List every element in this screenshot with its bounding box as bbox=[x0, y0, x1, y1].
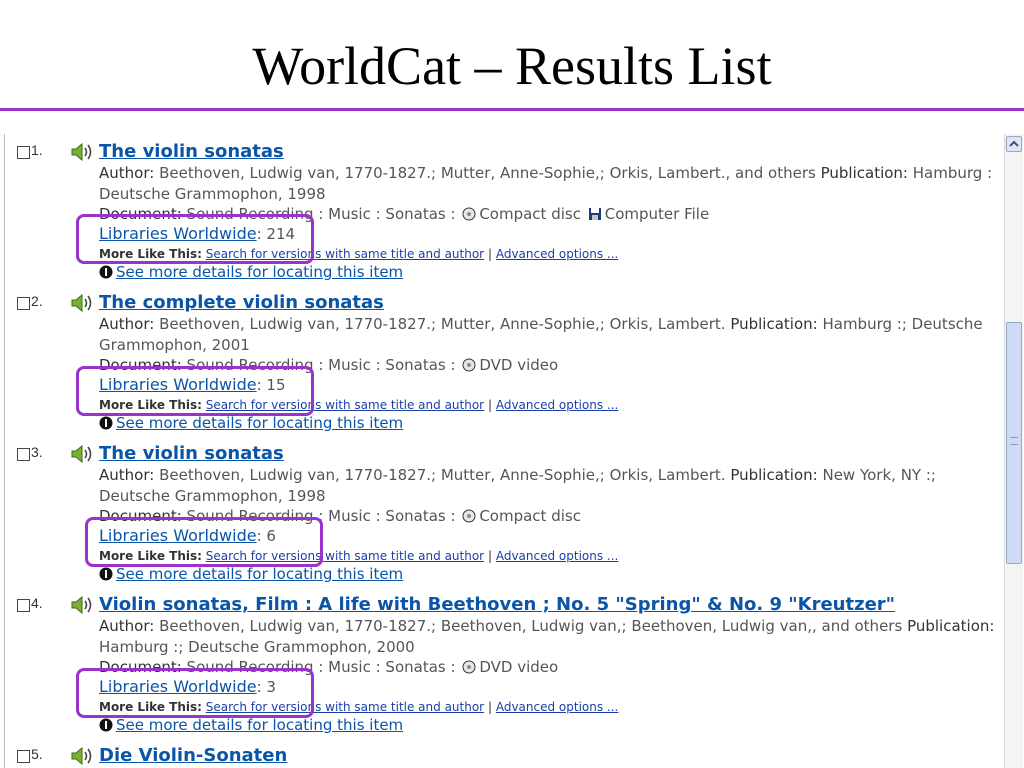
author-label: Author: bbox=[99, 164, 155, 182]
info-icon bbox=[99, 265, 113, 279]
author-label: Author: bbox=[99, 315, 155, 333]
title-underline bbox=[0, 108, 1024, 111]
libraries-highlight-box bbox=[76, 214, 314, 264]
author-value: Beethoven, Ludwig van, 1770-1827.; Mutte… bbox=[159, 315, 726, 333]
speaker-icon[interactable] bbox=[70, 746, 94, 766]
result-number: 2. bbox=[31, 293, 43, 309]
publication-value: Hamburg :; Deutsche bbox=[822, 315, 983, 333]
see-more-details-link[interactable]: See more details for locating this item bbox=[116, 414, 403, 432]
info-icon bbox=[99, 718, 113, 732]
publication-continued: Deutsche Grammophon, 1998 bbox=[99, 185, 326, 203]
format-label: Compact disc bbox=[479, 205, 581, 223]
scroll-grip bbox=[1010, 437, 1018, 445]
result-number: 4. bbox=[31, 595, 43, 611]
publication-value: Hamburg : bbox=[912, 164, 993, 182]
separator: | bbox=[487, 549, 492, 563]
info-icon bbox=[99, 567, 113, 581]
publication-continued: Hamburg :; Deutsche Grammophon, 2000 bbox=[99, 638, 415, 656]
dvd-icon bbox=[462, 660, 476, 674]
speaker-icon[interactable] bbox=[70, 595, 94, 615]
advanced-options-link[interactable]: Advanced options ... bbox=[496, 549, 619, 563]
author-value: Beethoven, Ludwig van, 1770-1827.; Beeth… bbox=[159, 617, 903, 635]
select-checkbox[interactable] bbox=[17, 750, 30, 763]
result-title-link[interactable]: Violin sonatas, Film : A life with Beeth… bbox=[99, 594, 895, 615]
separator: | bbox=[487, 700, 492, 714]
result-title-link[interactable]: Die Violin-Sonaten bbox=[99, 745, 287, 766]
dvd-icon bbox=[462, 358, 476, 372]
author-value: Beethoven, Ludwig van, 1770-1827.; Mutte… bbox=[159, 466, 726, 484]
result-title-link[interactable]: The violin sonatas bbox=[99, 443, 284, 464]
slide-title: WorldCat – Results List bbox=[252, 36, 772, 96]
speaker-icon[interactable] bbox=[70, 142, 94, 162]
result-item-5: 5. Die Violin-Sonaten bbox=[0, 744, 1000, 768]
publication-label: Publication: bbox=[730, 315, 818, 333]
advanced-options-link[interactable]: Advanced options ... bbox=[496, 700, 619, 714]
scroll-thumb[interactable] bbox=[1006, 322, 1022, 564]
author-label: Author: bbox=[99, 617, 155, 635]
separator: | bbox=[487, 398, 492, 412]
advanced-options-link[interactable]: Advanced options ... bbox=[496, 398, 619, 412]
format-label: DVD video bbox=[479, 658, 559, 676]
separator: | bbox=[487, 247, 492, 261]
vertical-scrollbar[interactable] bbox=[1004, 134, 1023, 768]
info-icon bbox=[99, 416, 113, 430]
format-label: DVD video bbox=[479, 356, 559, 374]
publication-continued: Deutsche Grammophon, 1998 bbox=[99, 487, 326, 505]
publication-label: Publication: bbox=[730, 466, 818, 484]
see-more-details-link[interactable]: See more details for locating this item bbox=[116, 565, 403, 583]
result-number: 5. bbox=[31, 746, 43, 762]
author-value: Beethoven, Ludwig van, 1770-1827.; Mutte… bbox=[159, 164, 816, 182]
select-checkbox[interactable] bbox=[17, 448, 30, 461]
advanced-options-link[interactable]: Advanced options ... bbox=[496, 247, 619, 261]
format-label: Compact disc bbox=[479, 507, 581, 525]
result-number: 3. bbox=[31, 444, 43, 460]
select-checkbox[interactable] bbox=[17, 599, 30, 612]
select-checkbox[interactable] bbox=[17, 146, 30, 159]
result-title-link[interactable]: The complete violin sonatas bbox=[99, 292, 384, 313]
speaker-icon[interactable] bbox=[70, 444, 94, 464]
compact-disc-icon bbox=[462, 509, 476, 523]
format-label: Computer File bbox=[604, 205, 710, 223]
compact-disc-icon bbox=[462, 207, 476, 221]
publication-label: Publication: bbox=[907, 617, 995, 635]
chevron-up-icon bbox=[1009, 140, 1019, 147]
floppy-disk-icon bbox=[588, 208, 601, 220]
see-more-details-link[interactable]: See more details for locating this item bbox=[116, 263, 403, 281]
libraries-highlight-box bbox=[85, 517, 323, 567]
result-number: 1. bbox=[31, 142, 43, 158]
see-more-details-link[interactable]: See more details for locating this item bbox=[116, 716, 403, 734]
result-title-link[interactable]: The violin sonatas bbox=[99, 141, 284, 162]
author-label: Author: bbox=[99, 466, 155, 484]
select-checkbox[interactable] bbox=[17, 297, 30, 310]
speaker-icon[interactable] bbox=[70, 293, 94, 313]
scroll-up-button[interactable] bbox=[1006, 136, 1022, 152]
publication-label: Publication: bbox=[820, 164, 908, 182]
publication-continued: Grammophon, 2001 bbox=[99, 336, 250, 354]
publication-value: New York, NY :; bbox=[822, 466, 936, 484]
libraries-highlight-box bbox=[76, 668, 314, 718]
libraries-highlight-box bbox=[76, 366, 314, 416]
